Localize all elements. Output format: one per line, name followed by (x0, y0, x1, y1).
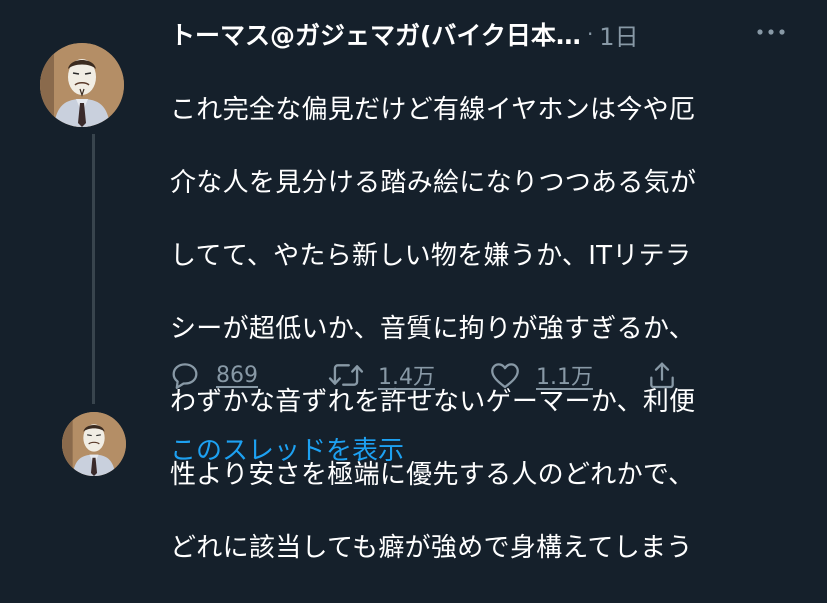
tweet-header: トーマス@ガジェマガ(バイク日本… · 1日 (170, 14, 810, 54)
tweet-text-line: これ完全な偏見だけど有線イヤホンは今や厄 (170, 94, 696, 125)
retweet-icon (328, 364, 364, 386)
tweet-actions: 869 1.4万 1.1万 (168, 355, 688, 395)
thread-connector-line (92, 134, 95, 404)
retweet-button[interactable]: 1.4万 (328, 355, 435, 395)
author-name[interactable]: トーマス@ガジェマガ(バイク日本… (170, 16, 581, 52)
thread-author-avatar[interactable] (62, 412, 126, 476)
retweet-count[interactable]: 1.4万 (378, 359, 435, 391)
more-dots-icon (757, 29, 785, 35)
reply-count[interactable]: 869 (216, 363, 258, 388)
like-button[interactable]: 1.1万 (488, 355, 593, 395)
reply-icon (172, 363, 198, 389)
share-icon (650, 362, 674, 389)
more-options-button[interactable] (753, 20, 789, 44)
share-button[interactable] (646, 355, 678, 395)
avatar-image (62, 412, 126, 476)
reply-button[interactable]: 869 (168, 355, 258, 395)
tweet-text-line: 介な人を見分ける踏み絵になりつつある気が (170, 167, 697, 198)
tweet-timestamp[interactable]: 1日 (599, 17, 638, 52)
heart-icon (491, 363, 519, 389)
show-thread-link[interactable]: このスレッドを表示 (170, 430, 404, 467)
avatar-image (40, 43, 124, 127)
tweet-text-line: どれに該当しても癖が強めで身構えてしまう (170, 532, 693, 563)
author-avatar[interactable] (40, 43, 124, 127)
like-count[interactable]: 1.1万 (536, 359, 593, 391)
header-separator: · (586, 22, 594, 46)
tweet-text-line: してて、やたら新しい物を嫌うか、ITリテラ (170, 240, 692, 271)
tweet-text: これ完全な偏見だけど有線イヤホンは今や厄 介な人を見分ける踏み絵になりつつある気… (170, 55, 790, 603)
tweet-text-line: シーが超低いか、音質に拘りが強すぎるか、 (170, 313, 695, 344)
